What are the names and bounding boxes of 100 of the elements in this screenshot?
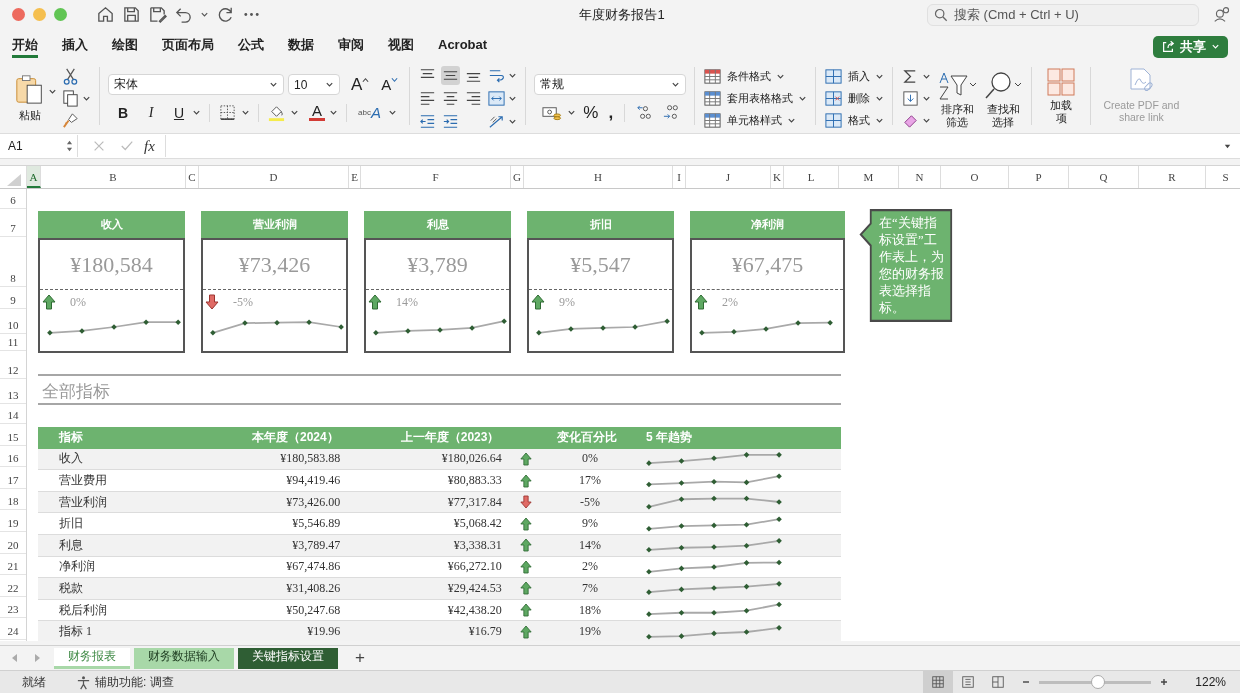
copy-icon[interactable] — [61, 88, 80, 108]
row-header[interactable]: 9 — [0, 287, 26, 309]
sort-filter-button[interactable]: 排序和筛选 — [937, 67, 978, 130]
row-header[interactable]: 10 — [0, 309, 26, 334]
row-header[interactable]: 18 — [0, 488, 26, 511]
ribbon-tab[interactable]: 视图 — [388, 32, 414, 59]
row-header[interactable]: 14 — [0, 404, 26, 424]
column-header[interactable]: P — [1009, 166, 1069, 188]
row-header[interactable]: 11 — [0, 334, 26, 351]
comma-button[interactable]: , — [605, 104, 617, 121]
ribbon-tab[interactable]: 页面布局 — [162, 32, 214, 59]
column-header[interactable]: C — [186, 166, 199, 188]
column-header[interactable]: D — [199, 166, 349, 188]
caret-icon[interactable] — [192, 108, 201, 118]
paste-button[interactable]: 粘贴 — [10, 73, 50, 124]
caret-icon[interactable] — [567, 108, 577, 118]
fill-color-icon[interactable] — [267, 103, 286, 123]
search-field[interactable]: 搜索 (Cmd + Ctrl + U) — [927, 3, 1199, 26]
percent-button[interactable]: % — [580, 104, 602, 121]
accessibility-status[interactable]: 辅助功能: 调查 — [95, 673, 174, 691]
row-header[interactable]: 8 — [0, 237, 26, 287]
ribbon-tab[interactable]: 审阅 — [338, 32, 364, 59]
styles-menu-button[interactable]: 单元格样式 — [703, 111, 797, 130]
save-edit-icon[interactable] — [148, 5, 167, 25]
scissors-icon[interactable] — [61, 66, 80, 86]
find-select-button[interactable]: 查找和选择 — [983, 67, 1024, 130]
cells-menu-button[interactable]: 格式 — [824, 111, 885, 130]
add-sheet-button[interactable]: + — [342, 648, 378, 668]
font-size-dropdown[interactable]: 10 — [288, 74, 340, 96]
column-header[interactable]: H — [524, 166, 673, 188]
row-header[interactable]: 6 — [0, 189, 26, 209]
caret-icon[interactable] — [387, 108, 397, 118]
ribbon-tab[interactable]: Acrobat — [438, 32, 488, 59]
row-header[interactable]: 16 — [0, 445, 26, 468]
row-header[interactable]: 22 — [0, 575, 26, 597]
people-icon[interactable] — [1213, 5, 1232, 25]
underline-button[interactable]: U — [170, 104, 188, 121]
row-header[interactable]: 13 — [0, 379, 26, 404]
column-header[interactable]: Q — [1069, 166, 1139, 188]
increase-font-button[interactable]: A — [348, 76, 373, 93]
insert-function-button[interactable]: fx — [144, 137, 155, 155]
ribbon-tab[interactable]: 插入 — [62, 32, 88, 59]
redo-icon[interactable] — [216, 5, 235, 25]
row-header[interactable]: 20 — [0, 532, 26, 554]
ribbon-tab[interactable]: 绘图 — [112, 32, 138, 59]
sheet-tab[interactable]: 关键指标设置 — [238, 647, 338, 669]
fill-down-icon[interactable] — [901, 88, 921, 108]
column-header[interactable]: S — [1206, 166, 1240, 188]
column-header[interactable]: B — [41, 166, 186, 188]
column-header[interactable]: M — [839, 166, 899, 188]
share-button[interactable]: 共享 — [1153, 35, 1228, 58]
bold-button[interactable]: B — [114, 104, 132, 121]
column-header[interactable]: A — [27, 166, 41, 188]
name-box[interactable]: A1 — [0, 135, 78, 158]
home-icon[interactable] — [96, 5, 115, 25]
row-header[interactable]: 19 — [0, 510, 26, 532]
caret-icon[interactable] — [241, 108, 250, 118]
borders-icon[interactable] — [218, 103, 237, 123]
column-header[interactable]: L — [784, 166, 839, 188]
column-header[interactable]: O — [941, 166, 1009, 188]
row-header[interactable]: 12 — [0, 351, 26, 379]
caret-icon[interactable] — [200, 10, 209, 20]
row-header[interactable]: 7 — [0, 209, 26, 237]
sheet-tab[interactable]: 财务数据输入 — [134, 647, 234, 669]
merge-cells-icon[interactable] — [487, 88, 507, 108]
format-painter-icon[interactable] — [61, 110, 80, 130]
cells-menu-button[interactable]: 插入 — [824, 67, 885, 86]
column-header[interactable]: K — [771, 166, 784, 188]
add-ins-button[interactable]: 加载项 — [1040, 62, 1083, 134]
column-header[interactable]: I — [673, 166, 686, 188]
cells-menu-button[interactable]: 删除 — [824, 89, 885, 108]
row-header[interactable]: 24 — [0, 618, 26, 640]
column-header[interactable]: G — [511, 166, 524, 188]
caret-icon[interactable] — [329, 108, 338, 118]
column-header[interactable]: E — [349, 166, 361, 188]
decrease-font-button[interactable]: A — [378, 76, 402, 93]
column-header[interactable]: R — [1139, 166, 1206, 188]
sheet-tab[interactable]: 财务报表 — [54, 647, 130, 669]
styles-menu-button[interactable]: 套用表格格式 — [703, 89, 808, 108]
column-header[interactable]: N — [899, 166, 941, 188]
caret-icon[interactable] — [290, 108, 299, 118]
column-header[interactable]: J — [686, 166, 771, 188]
accessibility-icon[interactable] — [76, 674, 91, 690]
styles-menu-button[interactable]: 条件格式 — [703, 67, 786, 86]
row-header[interactable]: 21 — [0, 553, 26, 576]
italic-button[interactable]: I — [142, 104, 160, 121]
row-header[interactable]: 17 — [0, 467, 26, 489]
zoom-in-icon[interactable] — [1159, 677, 1170, 687]
ribbon-tab[interactable]: 公式 — [238, 32, 264, 59]
font-name-dropdown[interactable]: 宋体 — [108, 74, 284, 96]
align-middle-icon[interactable] — [441, 65, 461, 85]
ribbon-tab[interactable]: 开始 — [12, 32, 38, 59]
number-format-dropdown[interactable]: 常规 — [534, 74, 687, 96]
ribbon-tab[interactable]: 数据 — [288, 32, 314, 59]
close-button[interactable] — [12, 8, 25, 22]
row-header[interactable]: 15 — [0, 424, 26, 446]
column-header[interactable]: F — [361, 166, 511, 188]
save-icon[interactable] — [122, 5, 141, 25]
row-header[interactable]: 23 — [0, 596, 26, 619]
font-color-button[interactable]: A — [309, 104, 325, 122]
